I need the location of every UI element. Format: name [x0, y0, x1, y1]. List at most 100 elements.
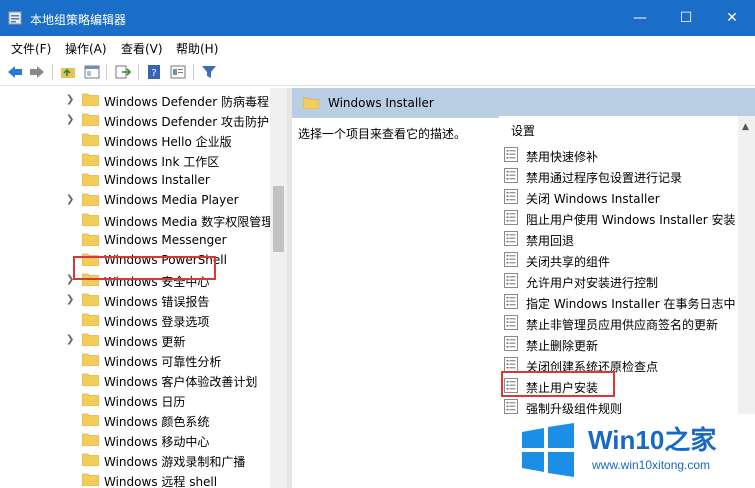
- tree-item-label: Windows 登录选项: [104, 315, 210, 329]
- tree-item[interactable]: Windows Messenger: [0, 230, 272, 250]
- tree-item[interactable]: Windows 移动中心: [0, 430, 272, 450]
- folder-icon: [82, 233, 99, 246]
- tree-item-label: Windows 错误报告: [104, 295, 210, 309]
- setting-item[interactable]: 关闭 Windows Installer: [504, 186, 744, 207]
- tree-item[interactable]: Windows 颜色系统: [0, 410, 272, 430]
- folder-icon: [82, 113, 99, 126]
- folder-icon: [82, 213, 99, 226]
- setting-item[interactable]: 禁用回退: [504, 228, 744, 249]
- setting-item-label: 禁用回退: [526, 234, 575, 248]
- tree-item[interactable]: ❯ Windows Defender 防病毒程: [0, 90, 272, 110]
- tree-item[interactable]: Windows Media 数字权限管理: [0, 210, 274, 230]
- setting-item[interactable]: 阻止用户使用 Windows Installer 安装: [504, 207, 744, 228]
- menu-bar: 文件(F) 操作(A) 查看(V) 帮助(H): [0, 36, 755, 58]
- window-title: 本地组策略编辑器: [30, 13, 127, 27]
- export-list-icon[interactable]: [114, 63, 132, 81]
- windows-logo-icon: [522, 423, 574, 477]
- setting-item[interactable]: 禁用通过程序包设置进行记录: [504, 165, 744, 186]
- tree-item[interactable]: Windows Hello 企业版: [0, 130, 272, 150]
- chevron-right-icon[interactable]: ❯: [66, 94, 76, 106]
- setting-item-label: 禁止删除更新: [526, 339, 599, 353]
- setting-item[interactable]: 禁用快速修补: [504, 144, 744, 165]
- minimize-button[interactable]: —: [617, 0, 663, 36]
- scroll-up-arrow-icon[interactable]: ▲: [742, 122, 749, 132]
- policy-setting-icon: [504, 336, 518, 351]
- folder-icon: [82, 313, 99, 326]
- tree-item[interactable]: Windows 登录选项: [0, 310, 272, 330]
- console-tree[interactable]: ❯ Windows Defender 防病毒程 ❯ Windows Defender …: [0, 88, 287, 488]
- setting-item-label: 允许用户对安装进行控制: [526, 276, 659, 290]
- folder-icon: [82, 353, 99, 366]
- tree-item-label: Windows Media 数字权限管理: [104, 215, 274, 229]
- filter-icon[interactable]: [200, 63, 218, 81]
- folder-icon: [82, 393, 99, 406]
- tree-item[interactable]: Windows 客户体验改善计划: [0, 370, 272, 390]
- policy-setting-icon: [504, 315, 518, 330]
- title-bar[interactable]: 本地组策略编辑器 — ☐ ✕: [0, 0, 755, 36]
- tree-item[interactable]: ❯ Windows Media Player: [0, 190, 272, 210]
- chevron-right-icon[interactable]: ❯: [66, 334, 76, 346]
- setting-item[interactable]: 指定 Windows Installer 在事务日志中: [504, 291, 744, 312]
- folder-icon: [82, 93, 99, 106]
- help-icon[interactable]: ?: [145, 63, 163, 81]
- menu-help[interactable]: 帮助(H): [176, 40, 218, 57]
- tree-item-label: Windows Ink 工作区: [104, 155, 220, 169]
- tree-item[interactable]: Windows 游戏录制和广播: [0, 450, 272, 470]
- tree-item[interactable]: ❯ Windows 更新: [0, 330, 272, 350]
- setting-item[interactable]: 禁止删除更新: [504, 333, 744, 354]
- setting-item[interactable]: 禁止非管理员应用供应商签名的更新: [504, 312, 744, 333]
- tree-item-label: Windows Hello 企业版: [104, 135, 232, 149]
- policy-setting-icon: [504, 273, 518, 288]
- maximize-button[interactable]: ☐: [663, 0, 709, 36]
- column-header-settings[interactable]: 设置: [511, 122, 535, 139]
- tree-item[interactable]: ❯ Windows Defender 攻击防护: [0, 110, 272, 130]
- console-tree-icon[interactable]: [83, 63, 101, 81]
- toolbar-separator: [138, 64, 139, 80]
- tree-scrollbar-thumb[interactable]: [273, 186, 284, 252]
- menu-view[interactable]: 查看(V): [121, 40, 163, 57]
- watermark-url: www.win10xitong.com: [592, 458, 711, 472]
- folder-icon: [82, 453, 99, 466]
- up-folder-icon[interactable]: [59, 63, 77, 81]
- policy-setting-icon: [504, 252, 518, 267]
- setting-item[interactable]: 允许用户对安装进行控制: [504, 270, 744, 291]
- tree-item[interactable]: Windows Ink 工作区: [0, 150, 272, 170]
- setting-item-label: 阻止用户使用 Windows Installer 安装: [526, 213, 736, 227]
- menu-file[interactable]: 文件(F): [11, 40, 51, 57]
- setting-item-label: 关闭 Windows Installer: [526, 192, 660, 206]
- chevron-right-icon[interactable]: ❯: [66, 114, 76, 126]
- back-arrow-icon[interactable]: [6, 63, 24, 81]
- tree-item-label: Windows 日历: [104, 395, 186, 409]
- policy-editor-icon: [8, 11, 22, 25]
- properties-icon[interactable]: [169, 63, 187, 81]
- toolbar-separator: [106, 64, 107, 80]
- tree-item-label: Windows Media Player: [104, 193, 239, 207]
- policy-setting-icon: [504, 294, 518, 309]
- tree-item-label: Windows Messenger: [104, 233, 227, 247]
- tree-item[interactable]: Windows 远程 shell: [0, 470, 272, 488]
- selection-highlight-box: [501, 371, 615, 397]
- toolbar-separator: [52, 64, 53, 80]
- policy-setting-icon: [504, 231, 518, 246]
- tree-item[interactable]: ❯ Windows 错误报告: [0, 290, 272, 310]
- setting-item-label: 禁用通过程序包设置进行记录: [526, 171, 683, 185]
- tree-item[interactable]: Windows 日历: [0, 390, 272, 410]
- svg-text:?: ?: [151, 68, 156, 79]
- folder-icon: [82, 413, 99, 426]
- description-text: 选择一个项目来查看它的描述。: [298, 127, 467, 141]
- tree-item-label: Windows 更新: [104, 335, 186, 349]
- policy-setting-icon: [504, 210, 518, 225]
- chevron-right-icon[interactable]: ❯: [66, 294, 76, 306]
- folder-icon: [82, 193, 99, 206]
- close-button[interactable]: ✕: [709, 0, 755, 36]
- tree-item[interactable]: Windows 可靠性分析: [0, 350, 272, 370]
- policy-setting-icon: [504, 168, 518, 183]
- tree-item-label: Windows Defender 攻击防护: [104, 115, 269, 129]
- menu-action[interactable]: 操作(A): [65, 40, 107, 57]
- setting-item[interactable]: 关闭共享的组件: [504, 249, 744, 270]
- tree-scrollbar[interactable]: [270, 88, 287, 488]
- chevron-right-icon[interactable]: ❯: [66, 194, 76, 206]
- toolbar-separator: [193, 64, 194, 80]
- forward-arrow-icon[interactable]: [28, 63, 46, 81]
- tree-item[interactable]: Windows Installer: [0, 170, 272, 190]
